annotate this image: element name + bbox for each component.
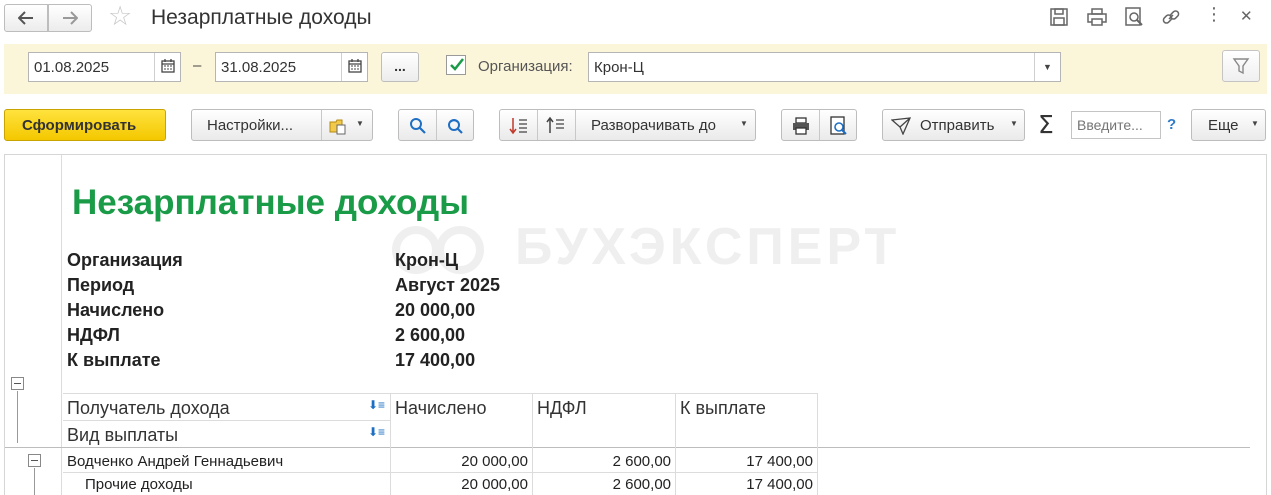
column-header-ndfl[interactable]: НДФЛ	[537, 398, 587, 419]
organization-label: Организация:	[478, 58, 573, 75]
row-ndfl[interactable]: 2 600,00	[535, 476, 671, 493]
row-recipient-name[interactable]: Водченко Андрей Геннадьевич	[67, 453, 283, 470]
period-select-button[interactable]: ...	[381, 52, 419, 82]
sort-icon[interactable]: ⬇≡	[368, 425, 385, 439]
info-label-accrued: Начислено	[67, 300, 165, 320]
help-icon[interactable]: ?	[1167, 116, 1176, 133]
info-value-ndfl: 2 600,00	[395, 325, 466, 345]
info-value-organization: Крон-Ц	[395, 250, 458, 270]
column-header-to-pay[interactable]: К выплате	[680, 398, 766, 419]
settings-button-group: Настройки... ▼	[191, 109, 373, 141]
organization-checkbox[interactable]	[446, 55, 466, 75]
date-from-field[interactable]: 01.08.2025	[28, 52, 181, 82]
arrow-left-icon	[17, 11, 33, 25]
date-range-dash: –	[193, 57, 202, 74]
report-area[interactable]: БУХЭКСПЕРТ Незарплатные доходы Организац…	[4, 154, 1267, 495]
title-bar: ☆ Незарплатные доходы ⋮ ✕	[0, 0, 1271, 36]
column-header-recipient[interactable]: Получатель дохода	[67, 398, 230, 419]
row-to-pay[interactable]: 17 400,00	[678, 476, 813, 493]
link-icon[interactable]	[1160, 6, 1182, 28]
row-to-pay[interactable]: 17 400,00	[678, 453, 813, 470]
close-icon[interactable]: ✕	[1240, 7, 1253, 25]
watermark-text: БУХЭКСПЕРТ	[515, 218, 901, 276]
window-title: Незарплатные доходы	[151, 6, 372, 29]
generate-button[interactable]: Сформировать	[4, 109, 166, 141]
more-actions-icon[interactable]: ⋮	[1205, 4, 1223, 25]
grouping-button-group: Разворачивать до ▼	[499, 109, 756, 141]
chevron-down-icon[interactable]: ▼	[740, 119, 748, 128]
grouping-gutter	[5, 155, 62, 495]
report-title: Незарплатные доходы	[72, 183, 470, 222]
forward-button[interactable]	[48, 4, 92, 32]
send-label: Отправить	[920, 117, 995, 134]
column-header-accrued[interactable]: Начислено	[395, 398, 487, 419]
print-icon[interactable]	[791, 116, 811, 140]
organization-select[interactable]: Крон-Ц ▼	[588, 52, 1061, 82]
more-label: Еще	[1208, 117, 1239, 134]
date-from-value: 01.08.2025	[34, 59, 110, 76]
row-collapse-toggle[interactable]	[28, 454, 41, 467]
more-button[interactable]: Еще ▼	[1191, 109, 1266, 141]
column-header-payment-type[interactable]: Вид выплаты	[67, 425, 178, 446]
generate-label: Сформировать	[22, 117, 137, 134]
filter-button[interactable]	[1222, 50, 1260, 82]
row-accrued[interactable]: 20 000,00	[393, 476, 528, 493]
search-button-group	[398, 109, 474, 141]
date-to-field[interactable]: 31.08.2025	[215, 52, 368, 82]
info-value-period: Август 2025	[395, 275, 500, 295]
preview-icon[interactable]	[1123, 6, 1145, 28]
chevron-down-icon: ▼	[1010, 119, 1018, 128]
organization-value: Крон-Ц	[594, 59, 644, 76]
calendar-icon[interactable]	[341, 53, 367, 81]
chevron-down-icon: ▼	[1251, 119, 1259, 128]
chevron-down-icon[interactable]: ▼	[1034, 53, 1060, 81]
calendar-icon[interactable]	[154, 53, 180, 81]
funnel-icon	[1232, 58, 1250, 75]
info-value-to-pay: 17 400,00	[395, 350, 476, 370]
settings-button[interactable]: Настройки...	[207, 117, 293, 134]
send-icon	[890, 117, 912, 139]
expand-groups-icon[interactable]	[545, 115, 567, 141]
print-button-group	[781, 109, 857, 141]
info-label-period: Период	[67, 275, 135, 295]
row-payment-type[interactable]: Прочие доходы	[85, 476, 193, 493]
date-to-value: 31.08.2025	[221, 59, 297, 76]
chevron-down-icon[interactable]: ▼	[356, 119, 364, 128]
info-label-to-pay: К выплате	[67, 350, 161, 370]
sort-icon[interactable]: ⬇≡	[368, 398, 385, 412]
tree-line	[17, 391, 18, 443]
preview-icon[interactable]	[829, 115, 849, 141]
info-label-organization: Организация	[67, 250, 183, 270]
search-input[interactable]	[1071, 111, 1161, 139]
row-accrued[interactable]: 20 000,00	[393, 453, 528, 470]
collapse-all-toggle[interactable]	[11, 377, 24, 390]
info-value-accrued: 20 000,00	[395, 300, 476, 320]
filter-panel: 01.08.2025 – 31.08.2025 ... Организация:…	[4, 44, 1267, 94]
save-icon[interactable]	[1048, 6, 1070, 28]
expand-to-button[interactable]: Разворачивать до	[591, 117, 716, 134]
variant-folder-icon[interactable]	[328, 116, 348, 140]
row-ndfl[interactable]: 2 600,00	[535, 453, 671, 470]
send-button[interactable]: Отправить ▼	[882, 109, 1025, 141]
back-button[interactable]	[4, 4, 48, 32]
arrow-right-icon	[63, 11, 79, 25]
sum-icon[interactable]: Σ	[1038, 110, 1054, 139]
search-icon[interactable]	[408, 116, 428, 140]
favorite-star-icon[interactable]: ☆	[108, 2, 132, 32]
print-icon[interactable]	[1086, 6, 1108, 28]
info-label-ndfl: НДФЛ	[67, 325, 120, 345]
collapse-groups-icon[interactable]	[508, 115, 530, 141]
checkmark-icon	[450, 58, 464, 71]
search-next-icon[interactable]	[445, 116, 465, 140]
